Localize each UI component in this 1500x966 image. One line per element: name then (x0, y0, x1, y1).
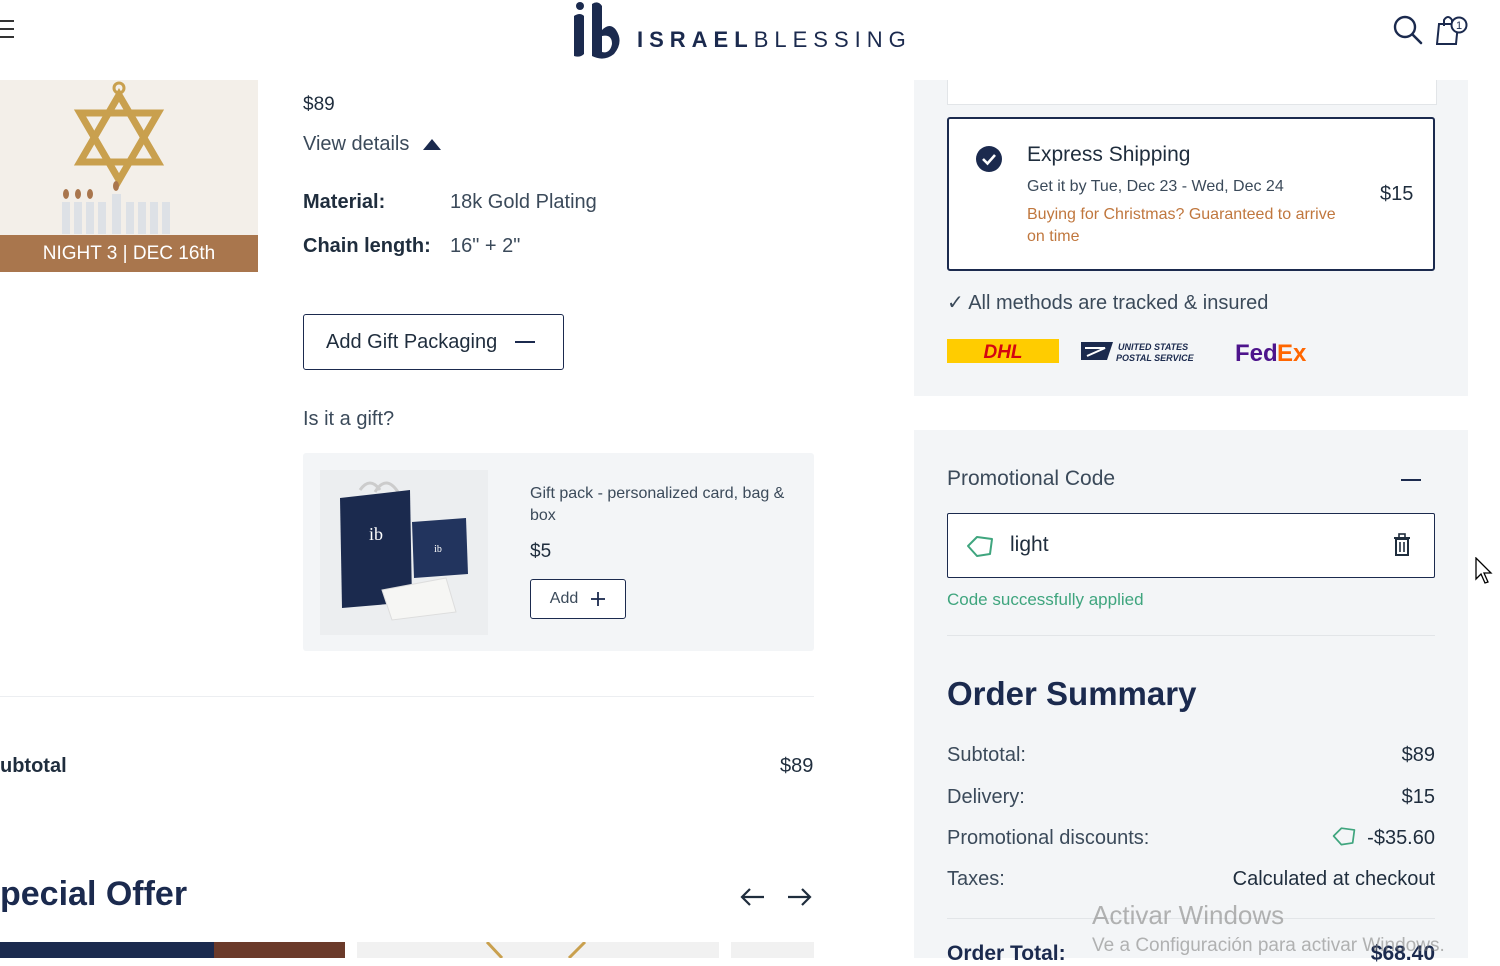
spec-chain-label: Chain length: (303, 235, 431, 257)
summary-discount-value: -$35.60 (1367, 827, 1435, 849)
special-offer-title: pecial Offer (0, 875, 188, 913)
order-summary-title: Order Summary (947, 675, 1197, 712)
tag-icon (1332, 827, 1356, 846)
carrier-logos: DHL UNITED STATES POSTAL SERVICE Fed Ex (947, 339, 1307, 366)
gift-question: Is it a gift? (303, 408, 395, 430)
arrow-left-icon[interactable] (738, 882, 768, 912)
logo-icon[interactable] (566, 0, 622, 62)
order-total-label: Order Total: (947, 942, 1066, 965)
offer-thumbnail[interactable] (357, 940, 719, 960)
necklace-chain-image (485, 940, 587, 960)
brand-name-light: BLESSING (753, 27, 912, 52)
summary-divider (947, 635, 1435, 636)
brand-name-bold: ISRAEL (637, 27, 754, 52)
spec-material-label: Material: (303, 191, 386, 213)
product-image: NIGHT 3 | DEC 16th (0, 80, 258, 272)
add-gift-packaging-label: Add Gift Packaging (326, 330, 498, 353)
usps-logo: UNITED STATES POSTAL SERVICE (1081, 342, 1195, 363)
summary-subtotal-label: Subtotal: (947, 744, 1026, 766)
summary-taxes-value: Calculated at checkout (1232, 868, 1435, 890)
windows-activation-subtitle: Ve a Configuración para activar Windows. (1092, 935, 1445, 956)
plus-icon (591, 592, 606, 606)
tag-icon (967, 536, 993, 557)
usps-line1: UNITED STATES (1118, 342, 1188, 352)
collapse-promo-button[interactable] (1401, 479, 1421, 481)
promo-success-message: Code successfully applied (947, 590, 1144, 609)
fedex-fed: Fed (1235, 340, 1278, 366)
add-gift-pack-button[interactable]: Add (530, 579, 626, 619)
add-gift-packaging-button[interactable]: Add Gift Packaging (303, 314, 564, 370)
express-shipping-option[interactable]: Express Shipping Get it by Tue, Dec 23 -… (947, 117, 1435, 271)
spec-chain-value: 16" + 2" (450, 235, 521, 257)
summary-discount-label: Promotional discounts: (947, 827, 1150, 849)
gift-pack-image: ib ib (320, 470, 488, 635)
dhl-logo: DHL (947, 339, 1059, 363)
tracked-insured-note: ✓ All methods are tracked & insured (947, 292, 1269, 314)
fedex-logo: Fed Ex (1235, 340, 1307, 366)
summary-delivery-value: $15 (1401, 786, 1435, 808)
fedex-ex: Ex (1277, 340, 1307, 366)
shipping-panel: Express Shipping Get it by Tue, Dec 23 -… (914, 80, 1468, 396)
summary-taxes-label: Taxes: (947, 868, 1005, 890)
express-shipping-date: Get it by Tue, Dec 23 - Wed, Dec 24 (1027, 178, 1284, 195)
spec-material-value: 18k Gold Plating (450, 191, 597, 213)
express-shipping-price: $15 (1380, 183, 1414, 205)
view-details-label: View details (303, 133, 410, 155)
order-panel: Promotional Code light Code successfully… (914, 430, 1468, 965)
mouse-cursor-icon (1475, 557, 1493, 584)
cart-subtotal-value: $89 (780, 755, 814, 777)
menu-icon[interactable] (0, 18, 14, 40)
cart-icon[interactable]: 1 (1436, 14, 1468, 46)
windows-activation-title: Activar Windows (1092, 900, 1285, 930)
gift-pack-name: Gift pack - personalized card, bag & box (530, 485, 785, 524)
star-of-david-pendant-image (62, 81, 170, 234)
christmas-guarantee-note: Buying for Christmas? Guaranteed to arri… (1027, 206, 1336, 245)
arrow-right-icon[interactable] (784, 882, 814, 912)
svg-text:ib: ib (369, 524, 383, 544)
standard-shipping-option[interactable] (947, 80, 1437, 105)
summary-subtotal-value: $89 (1401, 744, 1435, 766)
minus-icon (515, 341, 536, 343)
section-divider (0, 696, 814, 697)
usps-line2: POSTAL SERVICE (1116, 353, 1195, 363)
hanukkah-night-banner: NIGHT 3 | DEC 16th (0, 235, 258, 272)
promo-code-input[interactable]: light (947, 513, 1435, 578)
offer-thumbnail[interactable] (731, 942, 814, 958)
search-icon[interactable] (1392, 14, 1424, 46)
gift-pack-price: $5 (530, 541, 552, 562)
promo-code-title: Promotional Code (947, 467, 1116, 490)
gift-pack-card: ib ib Gift pack - personalized card, bag… (303, 453, 814, 651)
add-gift-pack-label: Add (549, 590, 579, 607)
caret-up-icon (423, 139, 442, 150)
view-details-toggle[interactable]: View details (303, 133, 442, 156)
summary-delivery-label: Delivery: (947, 786, 1025, 808)
promo-code-value: light (1010, 533, 1049, 556)
cart-subtotal-label: ubtotal (0, 755, 67, 777)
selected-check-icon (976, 146, 1002, 172)
brand-name[interactable]: ISRAELBLESSING (637, 27, 912, 53)
dhl-text: DHL (983, 342, 1022, 363)
svg-text:ib: ib (434, 544, 442, 555)
express-shipping-title: Express Shipping (1027, 143, 1191, 166)
trash-icon[interactable] (1392, 533, 1412, 557)
cart-count: 1 (1456, 20, 1462, 32)
offer-thumbnail[interactable] (0, 942, 345, 958)
product-price: $89 (303, 94, 335, 115)
